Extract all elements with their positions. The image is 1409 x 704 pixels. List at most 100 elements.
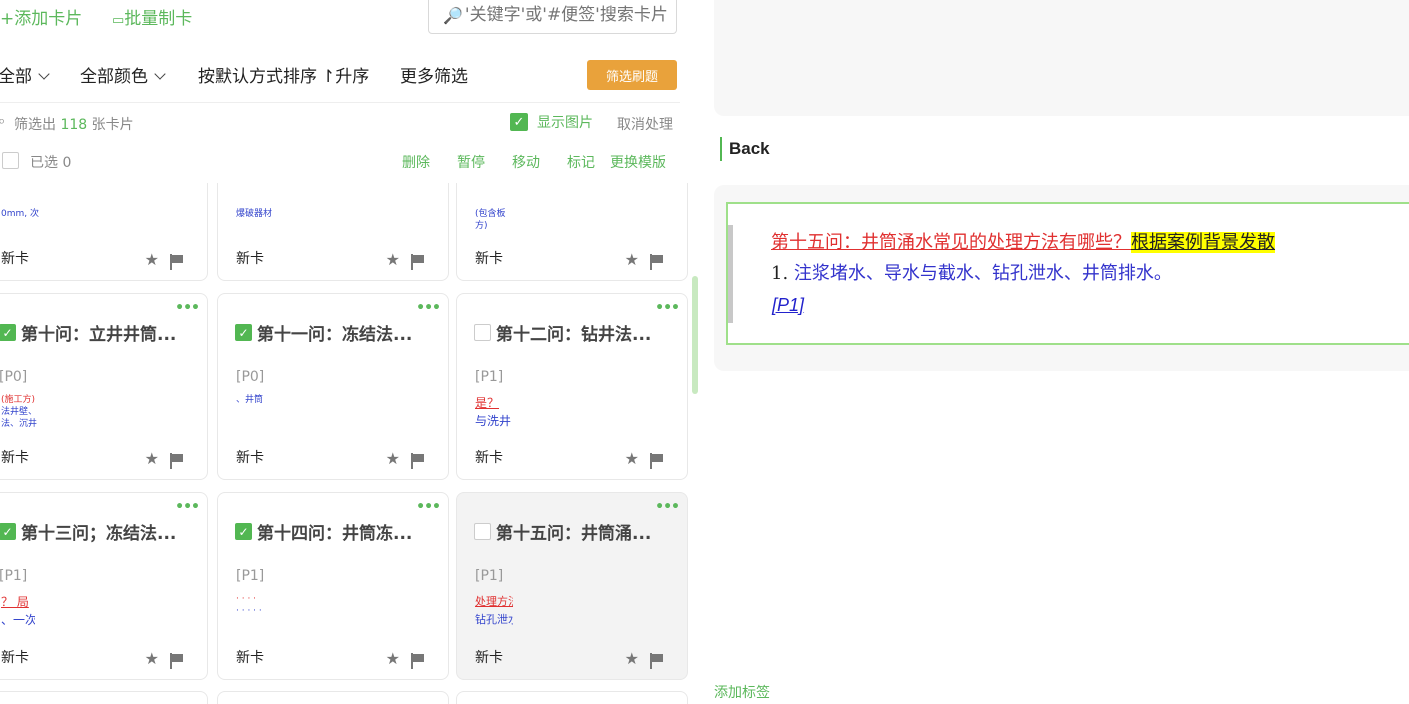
top-toolbar: +添加卡片 ▭批量制卡 🔎 bbox=[0, 0, 690, 36]
card-title-text: 第十四问：井筒冻... bbox=[257, 524, 413, 544]
card-selected[interactable]: ••• 第十五问：井筒涌... [P1] 处理方法钻孔泄水 新卡 ★ bbox=[456, 492, 688, 680]
stats-row: ⌕ 筛选出 118 张卡片 ✓ 显示图片 取消处理 bbox=[0, 112, 690, 134]
flag-icon[interactable] bbox=[411, 453, 425, 469]
card[interactable]: ••• ✓ 第十三问；冻结法... [P1] ？ 局、一次 新卡 ★ bbox=[0, 492, 208, 680]
card[interactable]: ••• ✓ 第十四问：井筒冻... [P1] · · · · · · · · · 新… bbox=[217, 492, 449, 680]
checkbox-checked-icon[interactable]: ✓ bbox=[0, 324, 16, 341]
card-status: 新卡 bbox=[475, 650, 503, 666]
card-title: ✓ 第十三问；冻结法... bbox=[0, 519, 176, 544]
show-images-toggle[interactable]: ✓ 显示图片 bbox=[510, 112, 593, 132]
color-label: 全部颜色 bbox=[80, 67, 148, 87]
answer-text: 1. 注浆堵水、导水与截水、钻孔泄水、井筒排水。 bbox=[771, 259, 1383, 285]
star-icon[interactable]: ★ bbox=[625, 449, 639, 468]
card-title: 第十五问：井筒涌... bbox=[474, 519, 651, 544]
card-title-text: 第十三问；冻结法... bbox=[21, 524, 177, 544]
card-status: 新卡 bbox=[236, 450, 264, 466]
filter-review-button[interactable]: 筛选刷题 bbox=[587, 60, 677, 90]
card-status: 新卡 bbox=[236, 251, 264, 267]
sort-dropdown[interactable]: 按默认方式排序 bbox=[198, 62, 317, 87]
checkbox-checked-icon[interactable]: ✓ bbox=[235, 523, 252, 540]
move-button[interactable]: 移动 bbox=[512, 152, 540, 172]
flag-icon[interactable] bbox=[170, 254, 184, 270]
thumb-line: · · · · bbox=[236, 594, 257, 604]
card-priority: [P1] bbox=[0, 568, 28, 584]
priority-tag-link[interactable]: [P1] bbox=[772, 295, 804, 316]
thumb-line: 、井筒 bbox=[236, 395, 264, 405]
answer-content: 注浆堵水、导水与截水、钻孔泄水、井筒排水。 bbox=[793, 263, 1172, 284]
flag-icon[interactable] bbox=[650, 254, 664, 270]
chevron-down-icon bbox=[154, 68, 166, 80]
more-icon[interactable]: ••• bbox=[175, 300, 200, 316]
checkbox-unchecked-icon[interactable] bbox=[474, 324, 491, 341]
card[interactable] bbox=[217, 691, 449, 704]
show-images-label: 显示图片 bbox=[537, 115, 593, 131]
card-thumbnail: · · · · · · · · · bbox=[236, 593, 276, 633]
pause-button[interactable]: 暂停 bbox=[457, 152, 485, 172]
card-priority: [P1] bbox=[475, 568, 504, 584]
scope-dropdown[interactable]: 全部 bbox=[0, 62, 50, 87]
card-thumbnail: (包含板 方) bbox=[475, 209, 506, 231]
star-icon[interactable]: ★ bbox=[386, 649, 400, 668]
flag-icon[interactable] bbox=[170, 653, 184, 669]
filter-count: 筛选出 118 张卡片 bbox=[14, 114, 134, 134]
flag-icon[interactable] bbox=[411, 254, 425, 270]
search-box[interactable]: 🔎 bbox=[428, 0, 680, 34]
thumb-line: 、一次 bbox=[1, 613, 35, 627]
batch-icon: ▭ bbox=[112, 13, 125, 28]
thumb-line: 与洗井 bbox=[475, 414, 512, 428]
card[interactable]: ••• ✓ 第十一问：冻结法... [P0] 、井筒 新卡 ★ bbox=[217, 293, 449, 480]
card-priority: [P1] bbox=[236, 568, 265, 584]
more-filters-button[interactable]: 更多筛选 bbox=[400, 62, 468, 87]
divider bbox=[0, 102, 680, 103]
thumb-line: 是？ bbox=[475, 396, 500, 410]
card[interactable] bbox=[0, 691, 208, 704]
card-status: 新卡 bbox=[1, 450, 29, 466]
card[interactable]: ••• 第十二问：钻井法... [P1] 是？ 与洗井 新卡 ★ bbox=[456, 293, 688, 480]
more-icon[interactable]: ••• bbox=[655, 499, 680, 515]
flag-icon[interactable] bbox=[650, 453, 664, 469]
star-icon[interactable]: ★ bbox=[145, 649, 159, 668]
card-grid: 0mm, 次 新卡 ★ 爆破器材 新卡 ★ (包含板 方) 新卡 ★ ••• ✓… bbox=[0, 183, 690, 704]
search-input[interactable] bbox=[464, 5, 680, 25]
flag-icon[interactable] bbox=[650, 653, 664, 669]
delete-button[interactable]: 删除 bbox=[402, 152, 430, 172]
add-tag-button[interactable]: 添加标签 bbox=[714, 682, 770, 702]
change-template-button[interactable]: 更换模版 bbox=[610, 152, 666, 172]
cancel-processing-button[interactable]: 取消处理 bbox=[617, 114, 673, 134]
card[interactable]: (包含板 方) 新卡 ★ bbox=[456, 183, 688, 281]
card[interactable]: ••• ✓ 第十问：立井井筒... [P0] (施工方) 法井壁、 法、沉井 新卡 ★ bbox=[0, 293, 208, 480]
card[interactable] bbox=[456, 691, 688, 704]
flag-icon[interactable] bbox=[170, 453, 184, 469]
color-dropdown[interactable]: 全部颜色 bbox=[80, 62, 166, 87]
more-icon[interactable]: ••• bbox=[416, 300, 441, 316]
card-title-text: 第十五问：井筒涌... bbox=[496, 524, 652, 544]
select-all-checkbox[interactable] bbox=[2, 152, 19, 169]
mark-button[interactable]: 标记 bbox=[567, 152, 595, 172]
card-title: ✓ 第十问：立井井筒... bbox=[0, 320, 176, 345]
star-icon[interactable]: ★ bbox=[625, 250, 639, 269]
more-icon[interactable]: ••• bbox=[175, 499, 200, 515]
star-icon[interactable]: ★ bbox=[145, 250, 159, 269]
star-icon[interactable]: ★ bbox=[145, 449, 159, 468]
scrollbar-thumb[interactable] bbox=[692, 276, 698, 394]
more-icon[interactable]: ••• bbox=[655, 300, 680, 316]
card[interactable]: 0mm, 次 新卡 ★ bbox=[0, 183, 208, 281]
checkbox-checked-icon[interactable]: ✓ bbox=[0, 523, 16, 540]
sort-order-toggle[interactable]: ↾升序 bbox=[321, 62, 369, 87]
card-thumbnail: 、井筒 bbox=[236, 394, 276, 434]
checkbox-checked-icon[interactable]: ✓ bbox=[235, 324, 252, 341]
checkbox-unchecked-icon[interactable] bbox=[474, 523, 491, 540]
star-icon[interactable]: ★ bbox=[386, 250, 400, 269]
thumb-line: 法井壁、 bbox=[1, 407, 38, 417]
back-section-label: Back bbox=[720, 137, 770, 161]
star-icon[interactable]: ★ bbox=[625, 649, 639, 668]
card[interactable]: 爆破器材 新卡 ★ bbox=[217, 183, 449, 281]
more-icon[interactable]: ••• bbox=[416, 499, 441, 515]
thumb-line: (施工方) bbox=[1, 395, 36, 405]
batch-make-button[interactable]: ▭批量制卡 bbox=[112, 4, 192, 29]
flag-icon[interactable] bbox=[411, 653, 425, 669]
card-thumbnail: 0mm, 次 bbox=[1, 209, 39, 219]
star-icon[interactable]: ★ bbox=[386, 449, 400, 468]
add-card-button[interactable]: +添加卡片 bbox=[0, 4, 82, 29]
card-title-text: 第十一问：冻结法... bbox=[257, 325, 413, 345]
